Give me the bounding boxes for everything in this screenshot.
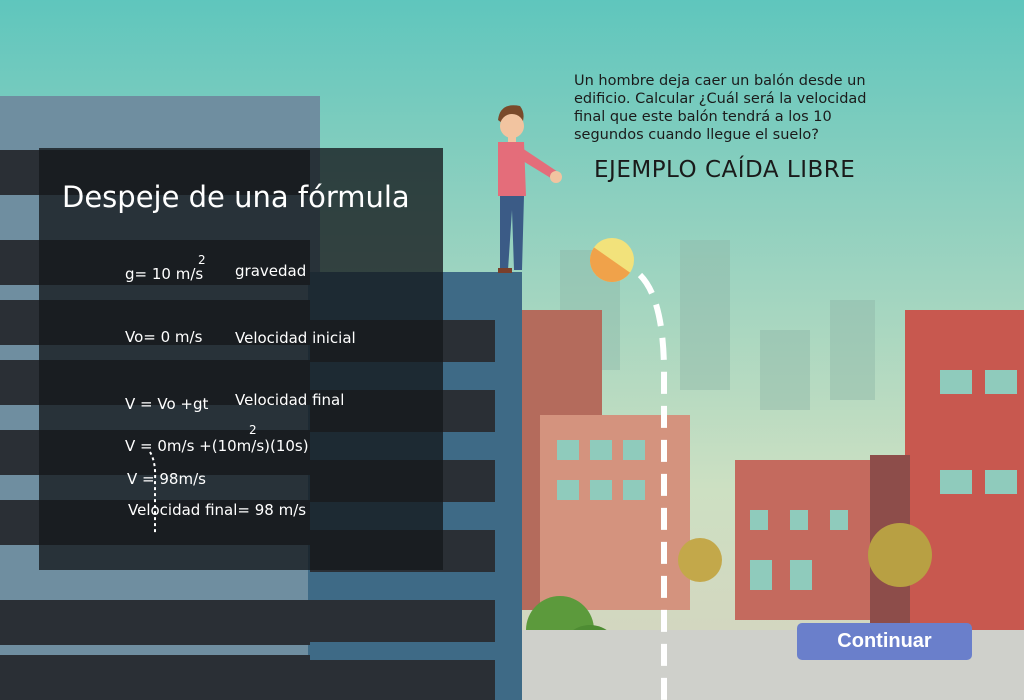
initial-velocity-formula: Vo= 0 m/s xyxy=(125,328,203,346)
gravity-label: gravedad xyxy=(235,262,307,280)
initial-velocity-label: Velocidad inicial xyxy=(235,329,356,347)
ball xyxy=(590,238,634,282)
final-velocity-formula: V = Vo +gt xyxy=(125,395,209,413)
computed-velocity: V = 98m/s xyxy=(127,470,206,488)
example-heading: EJEMPLO CAÍDA LIBRE xyxy=(594,157,856,183)
dotted-connector xyxy=(149,451,157,534)
step1-exponent: 2 xyxy=(249,423,257,437)
gravity-formula: g= 10 m/s xyxy=(125,265,204,283)
formula-title: Despeje de una fórmula xyxy=(62,180,410,214)
continue-button[interactable]: Continuar xyxy=(797,623,972,660)
gravity-exponent: 2 xyxy=(198,253,206,267)
man-figure xyxy=(498,105,562,273)
problem-statement: Un hombre deja caer un balón desde un ed… xyxy=(574,73,867,143)
final-velocity-label: Velocidad final xyxy=(235,391,345,409)
